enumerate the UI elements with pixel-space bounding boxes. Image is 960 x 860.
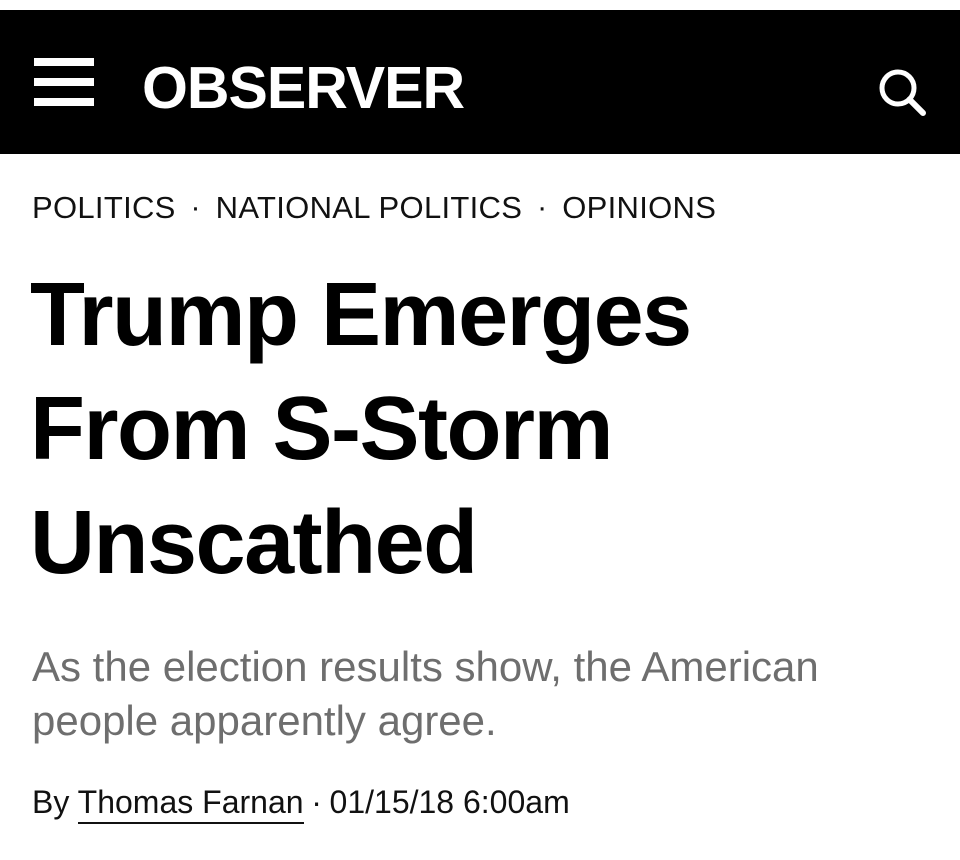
menu-button[interactable] [34,58,94,106]
byline: By Thomas Farnan · 01/15/18 6:00am [32,780,570,824]
breadcrumb-item-politics[interactable]: POLITICS [32,190,176,226]
breadcrumb-item-national-politics[interactable]: NATIONAL POLITICS [216,190,523,226]
menu-icon-bar [34,58,94,66]
breadcrumb-item-opinions[interactable]: OPINIONS [562,190,716,226]
menu-icon-bar [34,78,94,86]
search-icon [879,69,926,116]
article-headline: Trump Emerges From S-Storm Unscathed [30,265,692,593]
site-header: OBSERVER [0,10,960,154]
byline-separator: · [311,784,322,820]
menu-icon-bar [34,98,94,106]
breadcrumb-separator: · [190,191,201,224]
byline-prefix: By [32,784,70,820]
site-logo[interactable]: OBSERVER [142,58,465,118]
breadcrumb-separator: · [537,191,548,224]
publish-timestamp: 01/15/18 6:00am [329,784,570,820]
article-subhead: As the election results show, the Americ… [32,643,819,744]
author-link[interactable]: Thomas Farnan [77,784,304,824]
search-button[interactable] [876,66,928,118]
breadcrumb: POLITICS · NATIONAL POLITICS · OPINIONS [32,188,716,228]
